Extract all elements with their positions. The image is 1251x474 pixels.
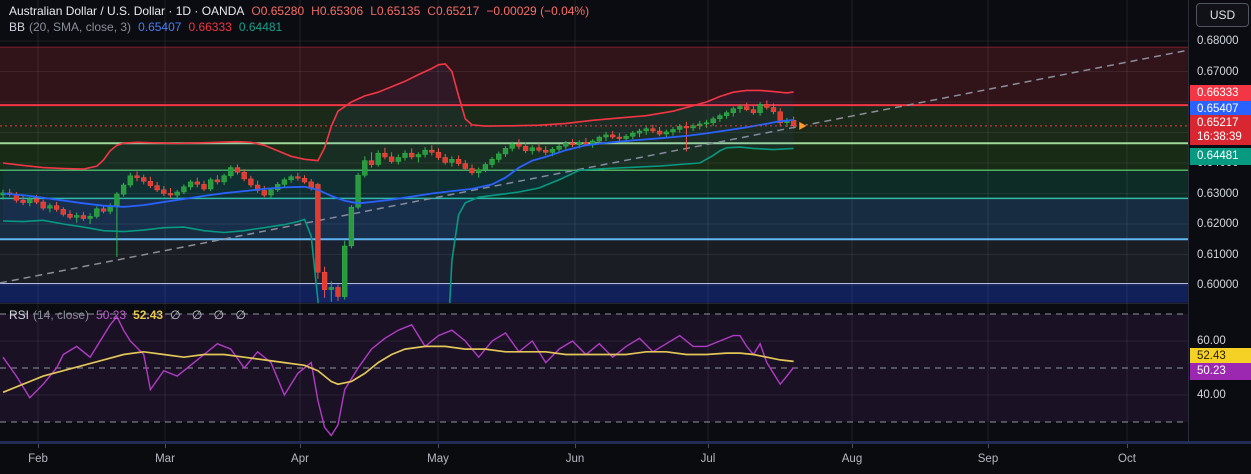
rsi-tick-label: 60.00: [1197, 335, 1226, 347]
time-axis[interactable]: Feb Mar Apr May Jun Jul Aug Sep Oct: [0, 444, 1251, 474]
price-badge: 0.65217 16:38:39: [1190, 115, 1251, 145]
time-tick: [852, 444, 853, 448]
symbol-legend: Australian Dollar / U.S. Dollar · 1D · O…: [9, 4, 589, 18]
month-label: Apr: [291, 453, 309, 465]
time-tick: [575, 444, 576, 448]
ohlc-open: O0.65280: [251, 4, 305, 18]
ohlc-high: H0.65306: [311, 4, 364, 18]
time-tick: [708, 444, 709, 448]
price-tick-label: 0.61000: [1197, 248, 1239, 261]
symbol-title[interactable]: Australian Dollar / U.S. Dollar · 1D · O…: [9, 4, 244, 18]
price-tick-label: 0.68000: [1197, 35, 1239, 47]
rsi-ma-value: 52.43: [133, 308, 164, 322]
bb-indicator-legend: BB (20, SMA, close, 3) 0.65407 0.66333 0…: [9, 20, 282, 34]
rsi-value: 50.23: [96, 308, 127, 322]
rsi-pane-canvas[interactable]: [0, 303, 1188, 443]
month-label: Jul: [700, 453, 716, 465]
countdown-timer: 16:38:39: [1197, 131, 1242, 143]
price-badge: 0.66333: [1190, 84, 1251, 102]
rsi-indicator-params: (14, close): [33, 308, 90, 322]
month-label: Mar: [155, 453, 175, 465]
trading-chart-window: Australian Dollar / U.S. Dollar · 1D · O…: [0, 0, 1251, 474]
month-label: May: [427, 453, 449, 465]
month-label: Sep: [977, 453, 999, 465]
price-tick-label: 0.63000: [1197, 187, 1239, 200]
month-label: Aug: [841, 453, 863, 465]
bb-indicator-title[interactable]: BB: [9, 20, 25, 34]
rsi-hidden-values: ∅ ∅ ∅ ∅: [170, 308, 250, 322]
rsi-indicator-title[interactable]: RSI: [9, 308, 29, 322]
ohlc-close: C0.65217: [427, 4, 480, 18]
time-axis-separator: [0, 441, 1251, 444]
price-tick-label: 0.67000: [1197, 65, 1239, 78]
zone-band-gray: [0, 239, 1188, 284]
time-tick: [38, 444, 39, 448]
price-tick-label: 0.62000: [1197, 218, 1239, 230]
time-tick: [165, 444, 166, 448]
bb-lower-value: 0.64481: [238, 20, 283, 34]
main-chart-canvas[interactable]: [0, 0, 1188, 303]
price-badge: 0.64481: [1190, 147, 1251, 165]
bb-upper-value: 0.66333: [188, 20, 232, 34]
zone-resistance-red: [0, 47, 1188, 106]
month-label: Feb: [28, 453, 48, 465]
rsi-tick-label: 40.00: [1197, 389, 1226, 401]
price-change: −0.00029 (−0.04%): [486, 4, 590, 18]
currency-toggle-button[interactable]: USD: [1196, 3, 1249, 27]
price-axis[interactable]: 0.680000.670000.640000.630000.620000.610…: [1188, 0, 1251, 441]
month-label: Jun: [565, 453, 585, 465]
price-tick-label: 0.60000: [1197, 279, 1239, 291]
bb-indicator-params: (20, SMA, close, 3): [29, 20, 132, 34]
month-label: Oct: [1118, 453, 1136, 465]
time-tick: [438, 444, 439, 448]
bb-basis-value: 0.65407: [138, 20, 182, 34]
time-tick: [1127, 444, 1128, 448]
rsi-badge: 50.23: [1190, 362, 1251, 380]
zone-support-navy: [0, 283, 1188, 303]
time-tick: [300, 444, 301, 448]
time-tick: [988, 444, 989, 448]
ohlc-low: L0.65135: [370, 4, 421, 18]
